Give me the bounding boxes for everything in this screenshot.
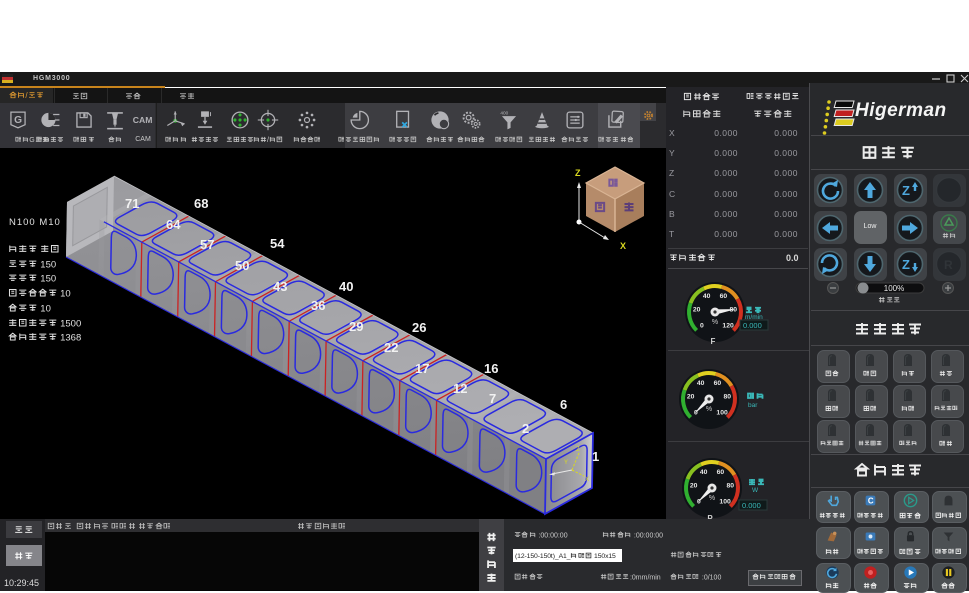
svg-text:%: %: [712, 319, 718, 326]
svg-text:400: 400: [500, 111, 508, 116]
svg-text:R: R: [944, 258, 953, 272]
svg-text:G: G: [14, 115, 22, 126]
svg-text:60: 60: [720, 293, 728, 300]
svg-text:54: 54: [270, 236, 285, 251]
svg-text:Z: Z: [902, 183, 910, 198]
svg-text:40: 40: [697, 380, 705, 387]
svg-text:CAM: CAM: [133, 115, 153, 125]
svg-text:64: 64: [166, 217, 181, 232]
svg-text:100%: 100%: [884, 284, 904, 293]
svg-text:68: 68: [194, 196, 208, 211]
svg-text:X: X: [585, 477, 589, 483]
svg-text:40: 40: [703, 293, 711, 300]
svg-text:bar: bar: [748, 402, 758, 409]
svg-text:20: 20: [687, 393, 695, 400]
svg-text:1: 1: [592, 449, 599, 464]
svg-text:120: 120: [722, 322, 734, 329]
svg-text:60: 60: [714, 380, 722, 387]
svg-text:17: 17: [415, 361, 429, 376]
svg-text:43: 43: [273, 279, 287, 294]
svg-text:71: 71: [125, 196, 139, 211]
svg-text:Y: Y: [564, 460, 568, 466]
svg-text:22: 22: [384, 340, 398, 355]
svg-text:16: 16: [484, 361, 498, 376]
svg-text:0: 0: [700, 322, 704, 329]
svg-text:W: W: [752, 487, 759, 494]
svg-text:Z: Z: [575, 168, 581, 178]
svg-text:50: 50: [235, 258, 249, 273]
svg-text:20: 20: [690, 482, 698, 489]
svg-text:57: 57: [200, 237, 214, 252]
svg-text:40: 40: [700, 469, 708, 476]
svg-text:Z: Z: [902, 257, 910, 272]
svg-text:80: 80: [727, 482, 735, 489]
svg-text:12: 12: [453, 381, 467, 396]
svg-text:20: 20: [693, 306, 701, 313]
svg-text:%: %: [706, 406, 712, 413]
svg-text:X: X: [620, 241, 626, 251]
svg-text:29: 29: [349, 319, 363, 334]
svg-text:6: 6: [560, 397, 567, 412]
svg-text:F: F: [711, 337, 716, 346]
svg-text:60: 60: [717, 469, 725, 476]
svg-text:7: 7: [489, 391, 496, 406]
svg-text:100: 100: [716, 409, 728, 416]
svg-text:26: 26: [412, 320, 426, 335]
svg-text:80: 80: [724, 393, 732, 400]
svg-text:%: %: [709, 495, 715, 502]
svg-text:0.000: 0.000: [742, 501, 761, 510]
svg-text:36: 36: [311, 298, 325, 313]
svg-text:0.000: 0.000: [743, 321, 762, 330]
svg-text:P: P: [707, 514, 713, 519]
svg-text:100: 100: [719, 498, 731, 505]
svg-text:40: 40: [339, 279, 353, 294]
svg-text:2: 2: [522, 421, 529, 436]
svg-text:C: C: [867, 497, 873, 506]
svg-text:Z: Z: [576, 447, 580, 453]
